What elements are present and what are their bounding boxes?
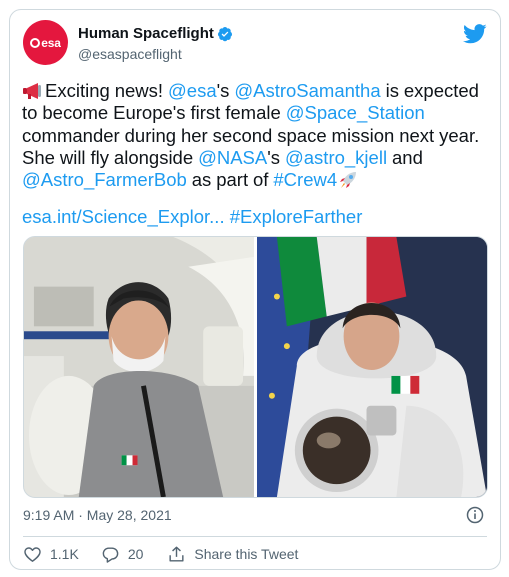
mention-astrosamantha[interactable]: @AstroSamantha (234, 80, 380, 101)
hashtag-crew4[interactable]: #Crew4 (273, 169, 337, 190)
mention-astro-farmerbob[interactable]: @Astro_FarmerBob (22, 169, 187, 190)
info-icon[interactable] (466, 506, 484, 524)
twitter-bird-icon[interactable] (463, 24, 487, 44)
avatar[interactable]: esa (23, 20, 68, 65)
media-grid[interactable] (23, 236, 488, 498)
photo-astronaut-spacesuit-portrait[interactable] (257, 237, 487, 497)
user-handle[interactable]: @esaspaceflight (78, 46, 182, 62)
tweet-timestamp[interactable]: 9:19 AM · May 28, 2021 (23, 507, 172, 523)
heart-icon (24, 546, 41, 562)
esa-logo: esa (30, 36, 61, 50)
tweet-text: Exciting news! @esa's @AstroSamantha is … (22, 80, 480, 191)
megaphone-emoji-icon (23, 83, 41, 99)
hashtag-explorefarther[interactable]: #ExploreFarther (230, 206, 363, 227)
mention-nasa[interactable]: @NASA (198, 147, 267, 168)
reply-count: 20 (127, 546, 144, 562)
tweet-card[interactable]: esa Human Spaceflight @esaspaceflight Ex… (9, 9, 501, 570)
share-label: Share this Tweet (194, 546, 299, 562)
share-icon (169, 546, 184, 562)
photo-astronaut-in-module[interactable] (24, 237, 254, 497)
divider (23, 536, 487, 537)
tweet-links-row: esa.int/Science_Explor... #ExploreFarthe… (22, 206, 362, 228)
like-count: 1.1K (50, 546, 79, 562)
reply-button[interactable]: 20 (101, 545, 144, 564)
author-name-row[interactable]: Human Spaceflight (78, 25, 233, 42)
display-name[interactable]: Human Spaceflight (78, 25, 214, 42)
reply-bubble-icon (102, 546, 119, 563)
article-link[interactable]: esa.int/Science_Explor... (22, 206, 225, 227)
mention-esa[interactable]: @esa (168, 80, 217, 101)
tweet-actions: 1.1K 20 Share this Tweet (23, 542, 322, 566)
mention-space-station[interactable]: @Space_Station (286, 102, 425, 123)
mention-astro-kjell[interactable]: @astro_kjell (285, 147, 387, 168)
verified-badge-icon (217, 26, 232, 41)
rocket-emoji-icon (340, 172, 357, 189)
like-button[interactable]: 1.1K (23, 545, 79, 564)
share-button[interactable]: Share this Tweet (167, 545, 298, 564)
